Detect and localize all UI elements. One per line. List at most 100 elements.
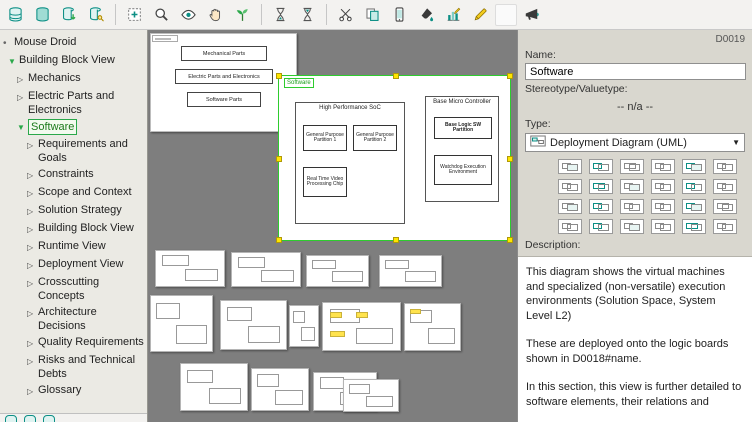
tree-item-constraints[interactable]: Constraints: [0, 166, 147, 184]
diagram-thumbnail[interactable]: [322, 302, 401, 351]
name-input[interactable]: [525, 63, 746, 80]
cut-scissors-icon[interactable]: [333, 3, 358, 27]
expand-arrow-icon[interactable]: [8, 53, 19, 69]
diagram-thumbnail[interactable]: [150, 295, 213, 352]
diagram-type-option[interactable]: [589, 219, 613, 234]
diagram-type-option[interactable]: [713, 159, 737, 174]
database-table-icon[interactable]: [3, 3, 28, 27]
megaphone-icon[interactable]: [519, 3, 544, 27]
collapse-arrow-icon[interactable]: [17, 89, 28, 105]
empty-toolbar-slot[interactable]: [495, 4, 517, 26]
diagram-type-option[interactable]: [558, 179, 582, 194]
tree-item-glossary[interactable]: Glossary: [0, 382, 147, 400]
tree-item-mechanics[interactable]: Mechanics: [0, 70, 147, 88]
pencil-icon[interactable]: [468, 3, 493, 27]
diagram-type-option[interactable]: [620, 179, 644, 194]
chart-edit-icon[interactable]: [441, 3, 466, 27]
diagram-type-option[interactable]: [558, 159, 582, 174]
eye-icon[interactable]: [176, 3, 201, 27]
collapse-arrow-icon[interactable]: [27, 353, 38, 369]
diagram-thumbnail[interactable]: [231, 252, 301, 287]
tree-item-architecture-decisions[interactable]: Architecture Decisions: [0, 304, 147, 334]
collapse-arrow-icon[interactable]: [27, 305, 38, 321]
selection-handle[interactable]: [507, 156, 513, 162]
collapse-arrow-icon[interactable]: [27, 275, 38, 291]
diagram-type-option[interactable]: [620, 159, 644, 174]
collapse-arrow-icon[interactable]: [17, 71, 28, 87]
diagram-type-option[interactable]: [713, 199, 737, 214]
diagram-type-option[interactable]: [620, 219, 644, 234]
tree-item-requirements-goals[interactable]: Requirements and Goals: [0, 136, 147, 166]
collapse-arrow-icon[interactable]: [27, 383, 38, 399]
diagram-type-option[interactable]: [589, 159, 613, 174]
database-export-icon[interactable]: [57, 3, 82, 27]
tree-item-building-block-view[interactable]: Building Block View: [0, 52, 147, 70]
selection-handle[interactable]: [507, 237, 513, 243]
tree-item-building-block-view-sub[interactable]: Building Block View: [0, 220, 147, 238]
collapse-arrow-icon[interactable]: [27, 167, 38, 183]
diagram-thumbnail[interactable]: [155, 250, 225, 287]
chevron-down-icon[interactable]: ▼: [732, 138, 740, 147]
tree-item-solution-strategy[interactable]: Solution Strategy: [0, 202, 147, 220]
collapse-arrow-icon[interactable]: [27, 335, 38, 351]
diagram-type-option[interactable]: [651, 159, 675, 174]
collapse-arrow-icon[interactable]: [27, 239, 38, 255]
node-mechanical-parts[interactable]: Mechanical Parts: [181, 46, 267, 61]
type-dropdown[interactable]: Deployment Diagram (UML) ▼: [525, 133, 745, 152]
stereotype-select[interactable]: -- n/a --: [518, 97, 752, 115]
diagram-type-option[interactable]: [682, 199, 706, 214]
database-admin-icon[interactable]: [84, 3, 109, 27]
tree-item-risks-technical-debts[interactable]: Risks and Technical Debts: [0, 352, 147, 382]
selection-handle[interactable]: [276, 73, 282, 79]
diagram-canvas[interactable]: Mechanical Parts Electric Parts and Elec…: [148, 30, 517, 422]
database-icon[interactable]: [5, 415, 17, 422]
diagram-thumbnail[interactable]: [251, 368, 309, 411]
tree-item-software[interactable]: Software: [0, 118, 147, 136]
node-electric-parts-electronics[interactable]: Electric Parts and Electronics: [175, 69, 273, 84]
node-high-performance-soc[interactable]: High Performance SoC General Purpose Par…: [295, 102, 405, 224]
diagram-type-option[interactable]: [558, 219, 582, 234]
diagram-type-option[interactable]: [558, 199, 582, 214]
tree-item-quality-requirements[interactable]: Quality Requirements: [0, 334, 147, 352]
diagram-type-option[interactable]: [651, 179, 675, 194]
node-base-micro-controller[interactable]: Base Micro Controller Base Logic SW Part…: [425, 96, 499, 202]
tree-item-crosscutting-concepts[interactable]: Crosscutting Concepts: [0, 274, 147, 304]
zoom-icon[interactable]: [149, 3, 174, 27]
node-watchdog-execution-environment[interactable]: Watchdog Execution Environment: [434, 155, 492, 185]
collapse-arrow-icon[interactable]: [27, 185, 38, 201]
diagram-thumbnail[interactable]: [220, 300, 287, 350]
diagram-type-option[interactable]: [713, 179, 737, 194]
selection-handle[interactable]: [393, 73, 399, 79]
diagram-type-option[interactable]: [682, 159, 706, 174]
diagram-type-option[interactable]: [589, 199, 613, 214]
new-diagram-icon[interactable]: [122, 3, 147, 27]
tree-item-scope-context[interactable]: Scope and Context: [0, 184, 147, 202]
diagram-type-option[interactable]: [589, 179, 613, 194]
tree-item-runtime-view[interactable]: Runtime View: [0, 238, 147, 256]
plant-icon[interactable]: [230, 3, 255, 27]
fill-tool-icon[interactable]: [414, 3, 439, 27]
tree-item-mouse-droid[interactable]: Mouse Droid: [0, 34, 147, 52]
hourglass-busy-icon[interactable]: [295, 3, 320, 27]
node-real-time-video-processing-chip[interactable]: Real Time Video Processing Chip: [303, 167, 347, 197]
collapse-arrow-icon[interactable]: [27, 137, 38, 153]
node-base-logic-sw-partition[interactable]: Base Logic SW Partition: [434, 117, 492, 139]
pan-hand-icon[interactable]: [203, 3, 228, 27]
selection-handle[interactable]: [393, 237, 399, 243]
diagram-type-option[interactable]: [651, 219, 675, 234]
node-software-parts[interactable]: Software Parts: [187, 92, 261, 107]
database-icon[interactable]: [43, 415, 55, 422]
diagram-thumbnail[interactable]: [379, 255, 442, 287]
copy-icon[interactable]: [360, 3, 385, 27]
collapse-arrow-icon[interactable]: [27, 257, 38, 273]
diagram-thumbnail[interactable]: [306, 255, 369, 287]
overview-diagram-page[interactable]: Mechanical Parts Electric Parts and Elec…: [150, 33, 297, 132]
mobile-device-icon[interactable]: [387, 3, 412, 27]
node-general-purpose-partition-1[interactable]: General Purpose Partition 1: [303, 125, 347, 151]
tree-item-deployment-view[interactable]: Deployment View: [0, 256, 147, 274]
collapse-arrow-icon[interactable]: [27, 221, 38, 237]
diagram-type-option[interactable]: [682, 179, 706, 194]
node-general-purpose-partition-2[interactable]: General Purpose Partition 2: [353, 125, 397, 151]
diagram-thumbnail[interactable]: [180, 363, 248, 411]
diagram-type-option[interactable]: [682, 219, 706, 234]
